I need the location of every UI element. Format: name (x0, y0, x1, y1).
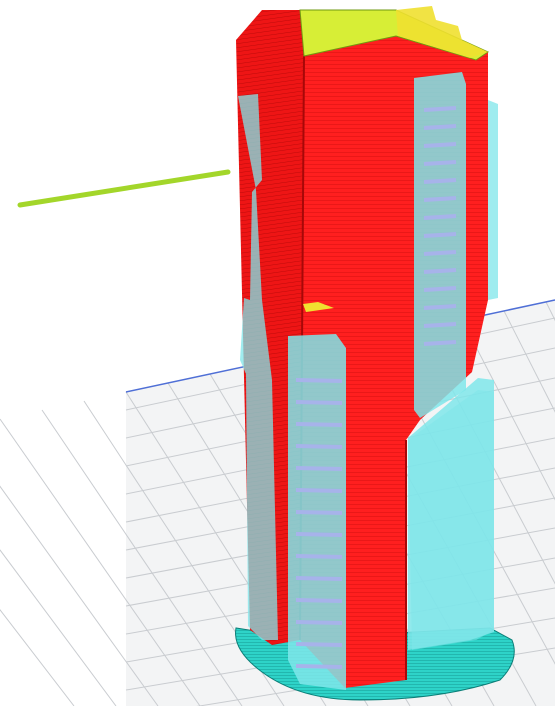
support-interface-line (423, 160, 457, 166)
support-interface-line (295, 400, 343, 405)
support-interface-line (423, 124, 457, 130)
support-interface-line (423, 232, 457, 238)
3d-viewport[interactable] (0, 0, 555, 706)
support-interface-line (423, 196, 457, 202)
support-interface-line (295, 488, 343, 493)
support-interface-line (423, 142, 457, 148)
support-interface-line (295, 554, 343, 559)
support-interface-line (295, 576, 343, 581)
support-interface-line (295, 598, 343, 603)
support-interface-line (423, 304, 457, 310)
support-tower-right (414, 72, 466, 418)
support-interface-line (423, 340, 457, 346)
support-tower-front (288, 334, 346, 690)
support-interface-line (423, 178, 457, 184)
support-interface-line (295, 620, 343, 625)
support-interface-line (423, 322, 457, 328)
support-interface-line (295, 444, 343, 449)
support-sliver-far-right (488, 100, 498, 300)
side-panel-area (0, 0, 126, 706)
support-interface-line (295, 422, 343, 427)
support-interface-line (423, 268, 457, 274)
support-interface-line (295, 642, 343, 647)
support-interface-line (423, 106, 457, 112)
support-interface-line (423, 214, 457, 220)
toolpath-preview-canvas[interactable] (0, 0, 555, 706)
support-interface-line (295, 378, 343, 383)
support-interface-line (423, 286, 457, 292)
support-interface-line (423, 250, 457, 256)
support-interface-line (295, 532, 343, 537)
support-interface-line (295, 466, 343, 471)
support-interface-line (295, 510, 343, 515)
support-interface-line (295, 664, 343, 669)
